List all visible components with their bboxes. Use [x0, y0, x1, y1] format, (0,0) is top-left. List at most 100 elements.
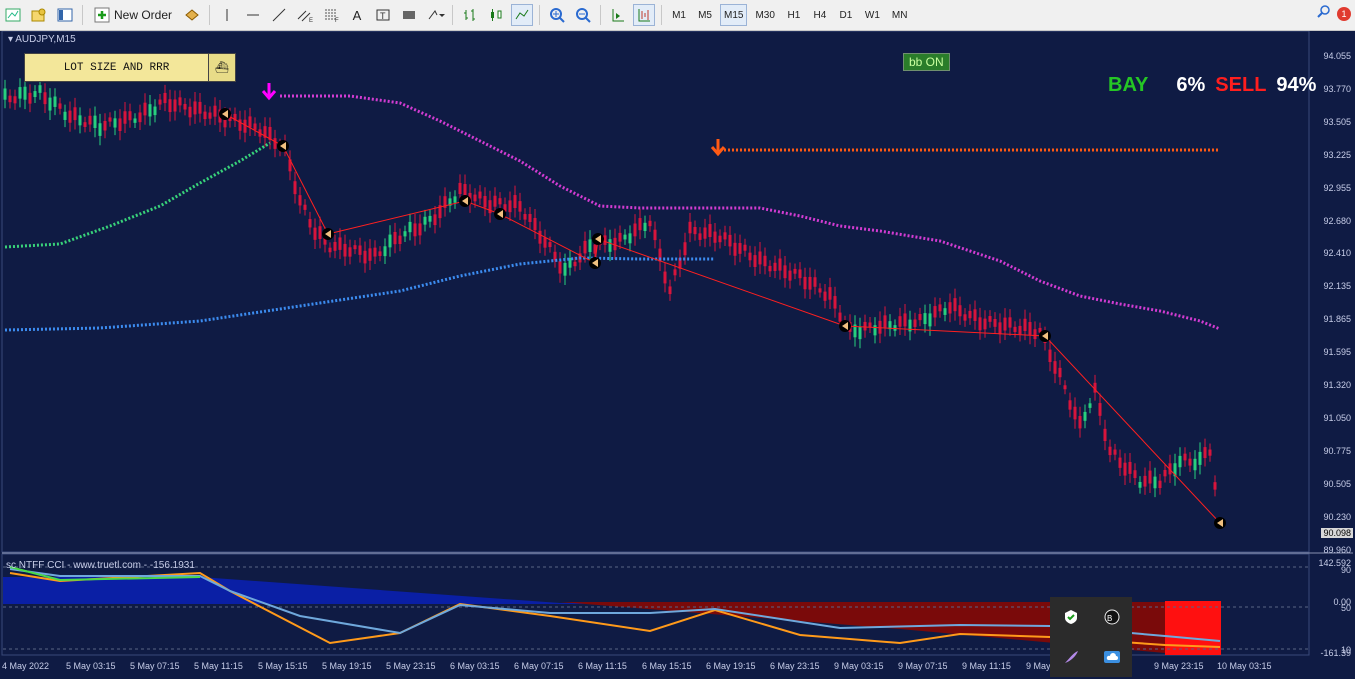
magenta-moving-average	[280, 94, 1221, 331]
toolbar-separator	[209, 5, 211, 25]
price-tick: 90.505	[1323, 478, 1351, 489]
feather-icon[interactable]	[1050, 637, 1091, 677]
candle-body	[648, 220, 652, 227]
chart-shift-icon[interactable]	[633, 4, 656, 26]
text-icon[interactable]: A	[346, 4, 368, 26]
toolbar-separator	[539, 5, 541, 25]
candle-body	[158, 99, 162, 105]
price-tick: 90.775	[1323, 445, 1351, 456]
blue-moving-average	[4, 256, 715, 332]
candle-body	[763, 255, 767, 267]
zoom-in-icon[interactable]	[546, 4, 568, 26]
symbol-label: ▾ AUDJPY,M15	[8, 34, 76, 45]
timeframe-m1-button[interactable]: M1	[668, 4, 690, 26]
text-label-icon[interactable]: T	[372, 4, 394, 26]
cloud-icon[interactable]	[1091, 637, 1132, 677]
time-tick: 5 May 07:15	[130, 661, 180, 671]
auto-scroll-icon[interactable]	[607, 4, 629, 26]
candle-body	[838, 312, 842, 322]
candle-body	[1123, 462, 1127, 476]
shield-icon[interactable]	[1050, 597, 1091, 637]
fibonacci-icon[interactable]: F	[320, 4, 342, 26]
candle-body	[538, 230, 542, 244]
equidistant-channel-icon[interactable]: E	[294, 4, 316, 26]
candle-body	[1028, 322, 1032, 335]
green-moving-average	[4, 141, 271, 249]
timeframe-m5-button[interactable]: M5	[694, 4, 716, 26]
candle-body	[1063, 385, 1067, 390]
candle-body	[533, 218, 537, 231]
candle-body	[1103, 428, 1107, 442]
search-icon[interactable]	[1317, 4, 1331, 23]
price-axis[interactable]: 94.055 93.770 93.505 93.225 92.955 92.680 92.4…	[1309, 31, 1355, 555]
timeframe-w1-button[interactable]: W1	[861, 4, 884, 26]
candle-body	[198, 101, 202, 114]
time-tick: 6 May 15:15	[642, 661, 692, 671]
candle-body	[128, 111, 132, 121]
candle-body	[1128, 461, 1132, 474]
candle-body	[493, 195, 497, 207]
bar-chart-icon[interactable]	[459, 4, 481, 26]
trendline-icon[interactable]	[268, 4, 290, 26]
candle-body	[523, 214, 527, 220]
candle-body	[953, 298, 957, 312]
ship-icon[interactable]: ⛴	[209, 54, 235, 81]
candle-body	[68, 110, 72, 123]
candle-body	[1213, 482, 1217, 490]
chart-window[interactable]	[0, 31, 1355, 679]
candle-body	[243, 119, 247, 133]
zoom-out-icon[interactable]	[572, 4, 594, 26]
notification-badge[interactable]: 1	[1337, 6, 1351, 21]
candle-body	[178, 97, 182, 106]
candle-body	[698, 233, 702, 240]
timeframe-d1-button[interactable]: D1	[835, 4, 857, 26]
candle-body	[883, 315, 887, 328]
candle-body	[783, 265, 787, 279]
candle-body	[123, 111, 127, 124]
candle-body	[788, 270, 792, 281]
timeframe-m30-button[interactable]: M30	[751, 4, 778, 26]
timeframe-h1-button[interactable]: H1	[783, 4, 805, 26]
candle-body	[473, 194, 477, 202]
rectangle-icon[interactable]	[398, 4, 420, 26]
candle-body	[603, 235, 607, 245]
new-order-button[interactable]: New Order	[89, 4, 177, 26]
app-tray-icon[interactable]: B	[1091, 597, 1132, 637]
candle-body	[358, 245, 362, 255]
arrows-dropdown-icon[interactable]	[424, 4, 446, 26]
profiles-icon[interactable]	[28, 4, 50, 26]
timeframe-bar: M1 M5 M15 M30 H1 H4 D1 W1 MN	[666, 4, 913, 26]
candle-body	[828, 287, 832, 300]
candle-body	[188, 106, 192, 118]
navigator-icon[interactable]	[54, 4, 76, 26]
candlestick-icon[interactable]	[485, 4, 507, 26]
timeframe-mn-button[interactable]: MN	[888, 4, 912, 26]
price-chart-canvas[interactable]	[0, 31, 1355, 679]
autotrading-icon[interactable]	[181, 4, 203, 26]
candle-body	[253, 123, 257, 130]
timeframe-h4-button[interactable]: H4	[809, 4, 831, 26]
time-tick: 10 May 03:15	[1217, 661, 1272, 671]
timeframe-m15-button[interactable]: M15	[720, 4, 748, 26]
candle-body	[613, 237, 617, 251]
candle-body	[608, 239, 612, 252]
horizontal-line-icon[interactable]	[242, 4, 264, 26]
candle-body	[488, 200, 492, 214]
candle-body	[483, 196, 487, 208]
bb-status-badge[interactable]: bb ON	[903, 53, 950, 71]
new-chart-icon[interactable]	[2, 4, 24, 26]
candle-body	[413, 223, 417, 237]
candle-body	[1033, 329, 1037, 340]
candle-body	[298, 195, 302, 206]
candle-body	[103, 120, 107, 131]
candle-body	[1023, 318, 1027, 331]
lot-size-panel[interactable]: LOT SIZE AND RRR ⛴	[24, 53, 236, 82]
line-chart-icon[interactable]	[511, 4, 534, 26]
candle-body	[1108, 446, 1112, 456]
cursor-vertical-line-icon[interactable]	[216, 4, 238, 26]
candle-body	[213, 105, 217, 117]
price-tick: 91.320	[1323, 380, 1351, 390]
candle-body	[1008, 317, 1012, 328]
lot-size-button[interactable]: LOT SIZE AND RRR	[25, 54, 209, 81]
candle-body	[143, 102, 147, 116]
